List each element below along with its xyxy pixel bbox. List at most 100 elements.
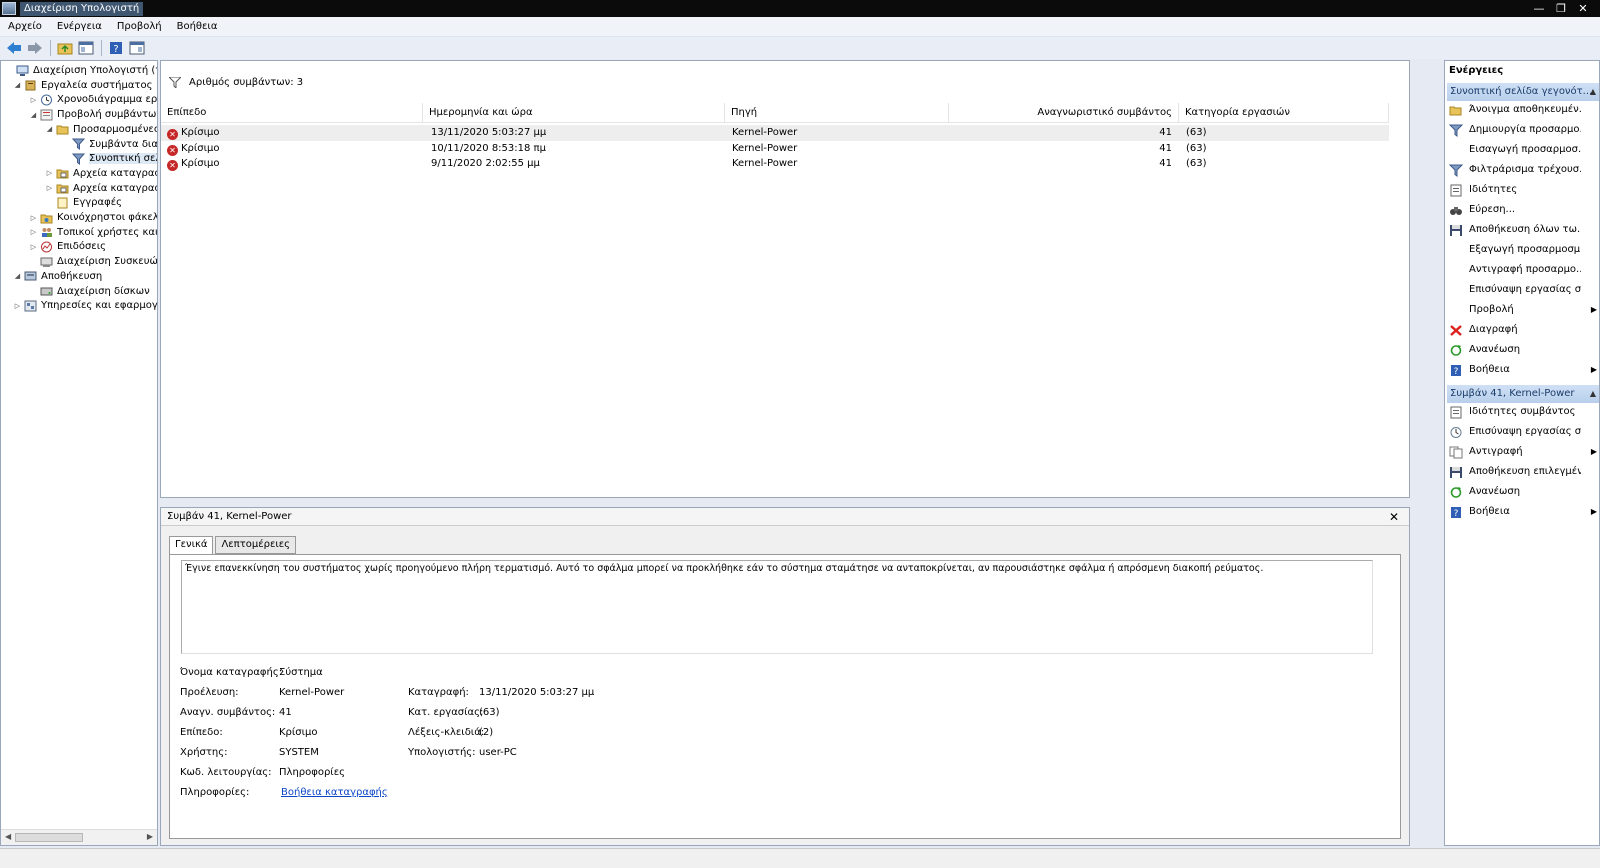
cell-source: Kernel-Power bbox=[732, 127, 798, 138]
tree-item[interactable]: ▷ Υπηρεσίες και εφαρμογές bbox=[13, 298, 157, 313]
action-item[interactable]: Εξαγωγή προσαρμοσμ... bbox=[1449, 241, 1597, 259]
show-hide-tree-icon[interactable] bbox=[76, 40, 95, 57]
tree-item[interactable]: ▷ Επιδόσεις bbox=[29, 239, 106, 254]
tree-item[interactable]: ▷ Τοπικοί χρήστες και ομ bbox=[29, 225, 157, 240]
tree-item[interactable]: ◢ Αποθήκευση bbox=[13, 269, 102, 284]
action-item[interactable]: Αντιγραφή προσαρμο... bbox=[1449, 261, 1597, 279]
table-row[interactable]: ✕ Κρίσιμο 13/11/2020 5:03:27 μμ Kernel-Powe… bbox=[161, 125, 1389, 141]
action-label: Ανανέωση bbox=[1469, 344, 1521, 355]
menu-help[interactable]: Βοήθεια bbox=[169, 21, 225, 32]
tree-item-label: Συνοπτική σελίδ bbox=[89, 153, 157, 165]
scrollbar-thumb[interactable] bbox=[15, 833, 83, 842]
action-label: Επισύναψη εργασίας σ... bbox=[1469, 426, 1581, 437]
action-item[interactable]: Διαγραφή bbox=[1449, 321, 1597, 339]
tree-expander-icon[interactable]: ▷ bbox=[29, 214, 38, 222]
tree-item[interactable]: ▷ Χρονοδιάγραμμα εργας bbox=[29, 92, 158, 107]
action-item[interactable]: Προβολή ▶ bbox=[1449, 301, 1597, 319]
column-level[interactable]: Επίπεδο bbox=[161, 103, 423, 123]
tree-item[interactable]: ◢ Προσαρμοσμένες π bbox=[45, 122, 157, 137]
tree-item[interactable]: ▷ Αρχεία καταγραφής bbox=[45, 181, 157, 196]
action-label: Αντιγραφή bbox=[1469, 446, 1523, 457]
tree-item[interactable]: Συμβάντα διαχεί bbox=[61, 137, 157, 152]
menu-view[interactable]: Προβολή bbox=[109, 21, 169, 32]
column-event-id[interactable]: Αναγνωριστικό συμβάντος bbox=[949, 103, 1179, 123]
tree-expander-icon[interactable]: ◢ bbox=[13, 81, 22, 89]
maximize-button[interactable]: ❐ bbox=[1550, 0, 1572, 16]
source-label: Προέλευση: bbox=[180, 687, 239, 698]
action-item[interactable]: Αποθήκευση επιλεγμέν... bbox=[1449, 463, 1597, 481]
action-item[interactable]: Δημιουργία προσαρμο... bbox=[1449, 121, 1597, 139]
tree-item[interactable]: Διαχείριση δίσκων bbox=[29, 284, 150, 299]
copy-icon bbox=[1449, 446, 1463, 459]
tree-item[interactable]: Διαχείριση Υπολογιστή (τοπικ bbox=[5, 63, 157, 78]
action-item[interactable]: Άνοιγμα αποθηκευμέν... bbox=[1449, 101, 1597, 119]
action-item[interactable]: Ανανέωση bbox=[1449, 483, 1597, 501]
column-source[interactable]: Πηγή bbox=[725, 103, 949, 123]
tree-item[interactable]: Διαχείριση Συσκευών bbox=[29, 254, 157, 269]
action-item[interactable]: Ανανέωση bbox=[1449, 341, 1597, 359]
action-item[interactable]: ? Βοήθεια ▶ bbox=[1449, 361, 1597, 379]
action-item[interactable]: Ιδιότητες bbox=[1449, 181, 1597, 199]
filter-bar: Αριθμός συμβάντων: 3 bbox=[161, 61, 1409, 103]
action-item[interactable]: Επισύναψη εργασίας σ... bbox=[1449, 423, 1597, 441]
tab-general[interactable]: Γενικά bbox=[169, 536, 214, 555]
show-hide-action-pane-icon[interactable] bbox=[127, 40, 146, 57]
tree-item[interactable]: Εγγραφές bbox=[45, 195, 122, 210]
scroll-left-icon[interactable]: ◀ bbox=[5, 832, 11, 841]
help-icon: ? bbox=[1449, 364, 1463, 377]
action-item[interactable]: Εισαγωγή προσαρμοσ... bbox=[1449, 141, 1597, 159]
action-item[interactable]: Εύρεση... bbox=[1449, 201, 1597, 219]
tree-expander-icon[interactable]: ◢ bbox=[13, 272, 22, 280]
tree-expander-icon[interactable]: ◢ bbox=[45, 125, 54, 133]
action-item[interactable]: ? Βοήθεια ▶ bbox=[1449, 503, 1597, 521]
user-label: Χρήστης: bbox=[180, 747, 228, 758]
action-item[interactable]: Επισύναψη εργασίας σ... bbox=[1449, 281, 1597, 299]
action-item[interactable]: Ιδιότητες συμβάντος bbox=[1449, 403, 1597, 421]
up-folder-icon[interactable] bbox=[55, 40, 74, 57]
help-icon[interactable]: ? bbox=[106, 40, 125, 57]
action-item[interactable]: Αποθήκευση όλων τω... bbox=[1449, 221, 1597, 239]
close-detail-icon[interactable]: ✕ bbox=[1389, 508, 1399, 526]
attach-task-icon bbox=[1449, 426, 1463, 439]
shared-folder-icon bbox=[40, 212, 53, 224]
event-description[interactable]: Έγινε επανεκκίνηση του συστήματος χωρίς … bbox=[181, 560, 1373, 654]
tree-item[interactable]: ▷ Αρχεία καταγραφής bbox=[45, 166, 157, 181]
menu-action[interactable]: Ενέργεια bbox=[49, 21, 109, 32]
binoculars-icon bbox=[1449, 204, 1463, 217]
tree-item[interactable]: ◢ Προβολή συμβάντων bbox=[29, 107, 157, 122]
tree-expander-icon[interactable]: ◢ bbox=[29, 111, 38, 119]
tree-item[interactable]: ◢ Εργαλεία συστήματος bbox=[13, 78, 152, 93]
action-item[interactable]: Αντιγραφή ▶ bbox=[1449, 443, 1597, 461]
back-icon[interactable] bbox=[4, 40, 23, 57]
svg-text:?: ? bbox=[1454, 367, 1459, 377]
close-button[interactable]: ✕ bbox=[1572, 0, 1594, 16]
actions-section-event[interactable]: Συμβάν 41, Kernel-Power ▲ bbox=[1447, 385, 1599, 403]
event-log-help-link[interactable]: Βοήθεια καταγραφής bbox=[281, 787, 388, 798]
navigation-tree[interactable]: Διαχείριση Υπολογιστή (τοπικ ◢ Εργαλεία συ… bbox=[0, 60, 158, 846]
table-row[interactable]: ✕ Κρίσιμο 10/11/2020 8:53:18 πμ Kernel-Powe… bbox=[161, 141, 1389, 157]
title-bar: Διαχείριση Υπολογιστή — ❐ ✕ bbox=[0, 0, 1600, 17]
detail-tabs: Γενικά Λεπτομέρειες bbox=[169, 536, 298, 555]
actions-section-summary[interactable]: Συνοπτική σελίδα γεγονότ... ▲ bbox=[1447, 83, 1599, 101]
column-task-category[interactable]: Κατηγορία εργασιών bbox=[1179, 103, 1389, 123]
tree-item[interactable]: ▷ Κοινόχρηστοι φάκελοι bbox=[29, 210, 157, 225]
tree-expander-icon[interactable]: ▷ bbox=[45, 184, 54, 192]
tree-expander-icon[interactable]: ▷ bbox=[29, 96, 38, 104]
table-row[interactable]: ✕ Κρίσιμο 9/11/2020 2:02:55 μμ Kernel-Power… bbox=[161, 156, 1389, 172]
scroll-right-icon[interactable]: ▶ bbox=[147, 832, 153, 841]
tree-expander-icon[interactable]: ▷ bbox=[29, 228, 38, 236]
forward-icon[interactable] bbox=[25, 40, 44, 57]
column-datetime[interactable]: Ημερομηνία και ώρα bbox=[423, 103, 725, 123]
tree-expander-icon[interactable]: ▷ bbox=[29, 243, 38, 251]
minimize-button[interactable]: — bbox=[1528, 0, 1550, 16]
action-item[interactable]: Φιλτράρισμα τρέχουσ... bbox=[1449, 161, 1597, 179]
tree-horizontal-scrollbar[interactable]: ◀ ▶ bbox=[1, 829, 157, 845]
collapse-icon[interactable]: ▲ bbox=[1590, 385, 1596, 403]
tab-details[interactable]: Λεπτομέρειες bbox=[215, 536, 297, 554]
menu-file[interactable]: Αρχείο bbox=[0, 21, 49, 32]
collapse-icon[interactable]: ▲ bbox=[1590, 83, 1596, 101]
tree-item-label: Χρονοδιάγραμμα εργας bbox=[57, 94, 158, 106]
tree-expander-icon[interactable]: ▷ bbox=[13, 302, 22, 310]
tree-item[interactable]: Συνοπτική σελίδ bbox=[61, 151, 157, 166]
tree-expander-icon[interactable]: ▷ bbox=[45, 169, 54, 177]
